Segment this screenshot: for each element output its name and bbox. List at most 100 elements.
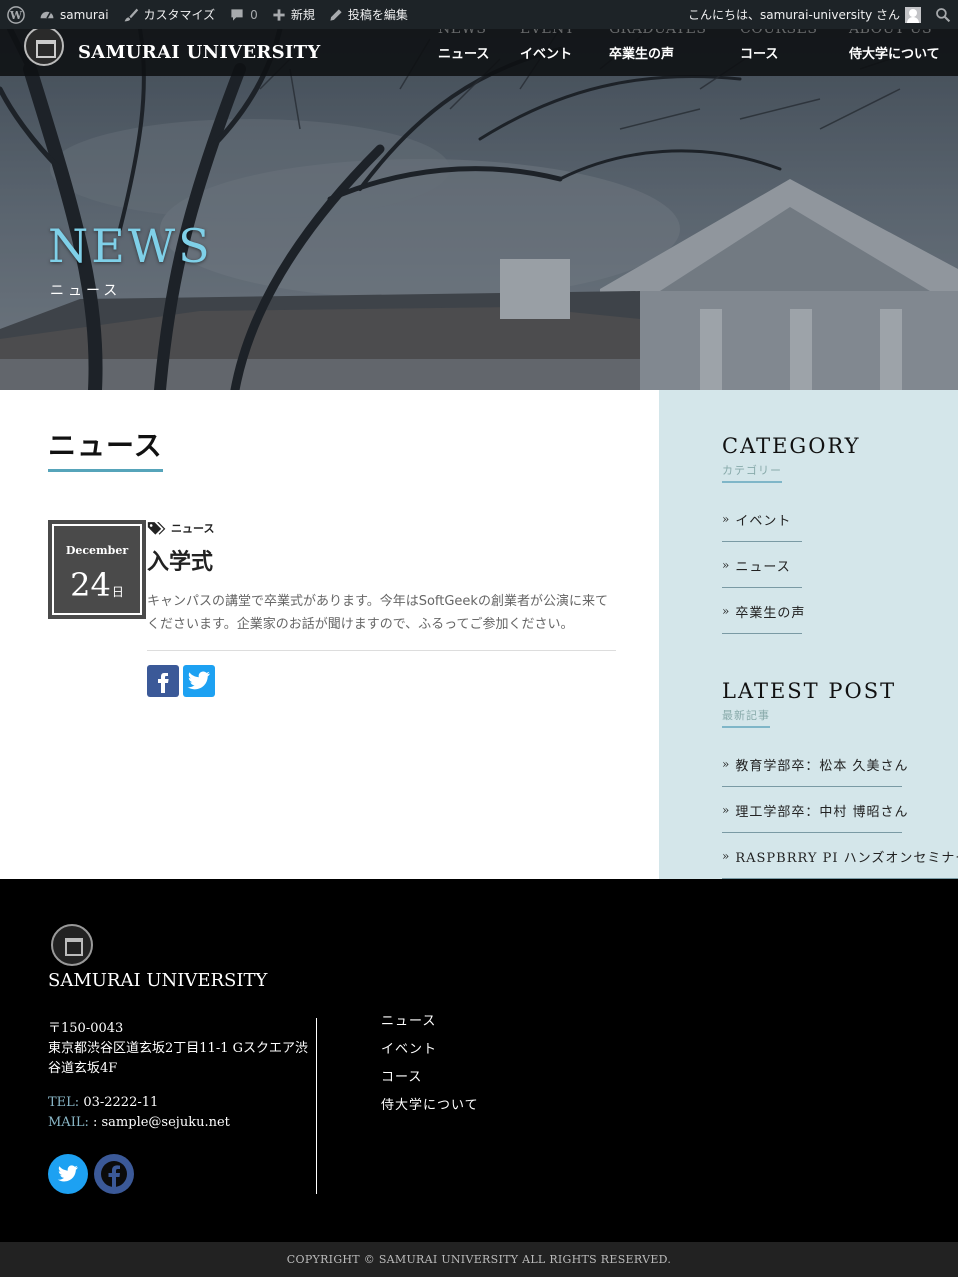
- nav-item-courses[interactable]: COURSES コース: [740, 21, 849, 76]
- avatar: [905, 6, 921, 23]
- site-name-link[interactable]: samurai: [32, 0, 116, 29]
- nav-item-event[interactable]: EVENT イベント: [520, 21, 609, 76]
- double-chevron-icon: »: [722, 849, 731, 863]
- twitter-icon: [187, 671, 210, 690]
- hero-background-image: [0, 29, 958, 390]
- category-item-label: ニュース: [735, 559, 791, 575]
- dashboard-icon: [40, 11, 54, 19]
- wordpress-icon: W: [7, 5, 25, 24]
- nav-item-label: 侍大学について: [849, 47, 940, 62]
- nav-item-label: ニュース: [438, 47, 490, 62]
- latest-post-widget-subtitle: 最新記事: [722, 707, 770, 728]
- footer-divider: [316, 1018, 317, 1194]
- tag-icon: [147, 522, 166, 535]
- double-chevron-icon: »: [722, 803, 731, 817]
- footer-social-links: [48, 1154, 134, 1194]
- comment-icon: [231, 8, 243, 21]
- footer-nav-about[interactable]: 侍大学について: [381, 1094, 479, 1122]
- latest-post-list: » 教育学部卒：松本 久美さん » 理工学部卒：中村 博昭さん » RASPBRRY …: [722, 741, 958, 879]
- brush-icon: [124, 8, 138, 21]
- category-widget-title: CATEGORY: [722, 434, 861, 458]
- nav-item-label: コース: [740, 47, 779, 62]
- customize-link[interactable]: カスタマイズ: [116, 0, 223, 29]
- post-card: ニュース 入学式 キャンパスの講堂で卒業式があります。今年はSoftGeekの創…: [147, 520, 616, 697]
- university-logo-icon: [24, 25, 64, 66]
- admin-search-button[interactable]: [928, 0, 958, 29]
- facebook-share-button[interactable]: [147, 665, 179, 697]
- tel-label: TEL:: [48, 1095, 80, 1110]
- site-name: samurai: [60, 7, 109, 22]
- footer-nav-event[interactable]: イベント: [381, 1038, 479, 1066]
- facebook-icon: [101, 1161, 127, 1189]
- latest-post-label: RASPBRRY PI ハンズオンセミナー: [735, 850, 958, 866]
- double-chevron-icon: »: [722, 757, 731, 771]
- post-title-link[interactable]: 入学式: [147, 544, 616, 576]
- category-list: » イベント » ニュース » 卒業生の声: [722, 496, 958, 634]
- category-item-label: 卒業生の声: [735, 605, 806, 621]
- post-divider: [147, 650, 616, 651]
- footer-twitter-link[interactable]: [48, 1154, 88, 1194]
- footer-contact: TEL: 03-2222-11 MAIL: : sample@sejuku.ne…: [48, 1093, 230, 1133]
- nav-item-label: 卒業生の声: [609, 47, 675, 62]
- comments-link[interactable]: 0: [222, 0, 265, 29]
- main-content: ニュース December 24日 ニュース 入学式 キャンパスの講堂で卒業式が…: [0, 390, 659, 879]
- category-item-graduates[interactable]: » 卒業生の声: [722, 588, 958, 634]
- copyright-bar: COPYRIGHT © SAMURAI UNIVERSITY ALL RIGHT…: [0, 1242, 958, 1277]
- double-chevron-icon: »: [722, 558, 731, 572]
- brand-name: SAMURAI UNIVERSITY: [78, 42, 321, 63]
- latest-post-label: 教育学部卒：松本 久美さん: [735, 758, 909, 774]
- mail-value: : sample@sejuku.net: [93, 1115, 230, 1130]
- latest-post-item[interactable]: » 教育学部卒：松本 久美さん: [722, 741, 958, 787]
- tel-value: 03-2222-11: [83, 1095, 159, 1110]
- plus-icon: [273, 8, 285, 21]
- hero-subtitle: ニュース: [50, 283, 122, 299]
- latest-post-widget-title: LATEST POST: [722, 679, 897, 703]
- new-content-link[interactable]: 新規: [265, 0, 322, 29]
- category-widget-subtitle: カテゴリー: [722, 462, 782, 483]
- customize-label: カスタマイズ: [143, 8, 216, 22]
- post-excerpt: キャンパスの講堂で卒業式があります。今年はSoftGeekの創業者が公演に来てく…: [147, 594, 608, 632]
- my-account-link[interactable]: こんにちは、samurai-university さん: [681, 0, 928, 29]
- nav-item-label: イベント: [520, 47, 573, 62]
- footer-nav-courses[interactable]: コース: [381, 1066, 479, 1094]
- nav-item-about[interactable]: ABOUT US 侍大学について: [849, 21, 949, 76]
- category-item-news[interactable]: » ニュース: [722, 542, 958, 588]
- latest-post-label: 理工学部卒：中村 博昭さん: [735, 804, 909, 820]
- facebook-icon: [158, 673, 169, 693]
- twitter-icon: [57, 1165, 78, 1182]
- svg-text:W: W: [9, 9, 23, 22]
- pencil-icon: [330, 8, 342, 21]
- nav-item-news[interactable]: NEWS ニュース: [438, 21, 520, 76]
- admin-bar: W samurai カスタマイズ 0 新規 投稿を編集 こんにちは、samura…: [0, 0, 958, 29]
- site-brand-link[interactable]: SAMURAI UNIVERSITY: [24, 25, 321, 76]
- sidebar: CATEGORY カテゴリー » イベント » ニュース » 卒業生の声 LATEST…: [659, 390, 958, 879]
- footer-nav-news[interactable]: ニュース: [381, 1010, 479, 1038]
- post-date-day-unit: 日: [111, 585, 124, 599]
- page-title: ニュース: [48, 424, 163, 472]
- wordpress-logo-button[interactable]: W: [0, 0, 32, 29]
- nav-item-graduates[interactable]: GRADUATES 卒業生の声: [609, 21, 740, 76]
- search-icon: [936, 7, 951, 22]
- footer-street-address: 東京都渋谷区道玄坂2丁目11-1 Gスクエア渋谷道玄坂4F: [48, 1041, 308, 1076]
- site-header: SAMURAI UNIVERSITY NEWS ニュース EVENT イベント …: [0, 21, 958, 76]
- footer-address: 〒150-0043 東京都渋谷区道玄坂2丁目11-1 Gスクエア渋谷道玄坂4F: [48, 1019, 316, 1079]
- category-item-event[interactable]: » イベント: [722, 496, 958, 542]
- twitter-share-button[interactable]: [183, 665, 215, 697]
- comments-count: 0: [250, 7, 258, 22]
- post-category-label: ニュース: [171, 522, 215, 535]
- double-chevron-icon: »: [722, 512, 731, 526]
- share-buttons: [147, 665, 616, 697]
- footer-brand-name: SAMURAI UNIVERSITY: [48, 970, 268, 991]
- category-item-label: イベント: [735, 513, 792, 529]
- greeting-text: こんにちは、samurai-university さん: [687, 8, 900, 22]
- footer-nav: ニュース イベント コース 侍大学について: [381, 1010, 479, 1122]
- new-label: 新規: [290, 8, 315, 22]
- latest-post-item[interactable]: » 理工学部卒：中村 博昭さん: [722, 787, 958, 833]
- footer-logo-icon: [51, 924, 93, 966]
- post-date-day: 24: [70, 566, 111, 604]
- latest-post-item[interactable]: » RASPBRRY PI ハンズオンセミナー: [722, 833, 958, 879]
- edit-post-link[interactable]: 投稿を編集: [322, 0, 415, 29]
- footer-facebook-link[interactable]: [94, 1154, 134, 1194]
- post-date-badge: December 24日: [48, 520, 146, 619]
- post-category-link[interactable]: ニュース: [147, 520, 616, 536]
